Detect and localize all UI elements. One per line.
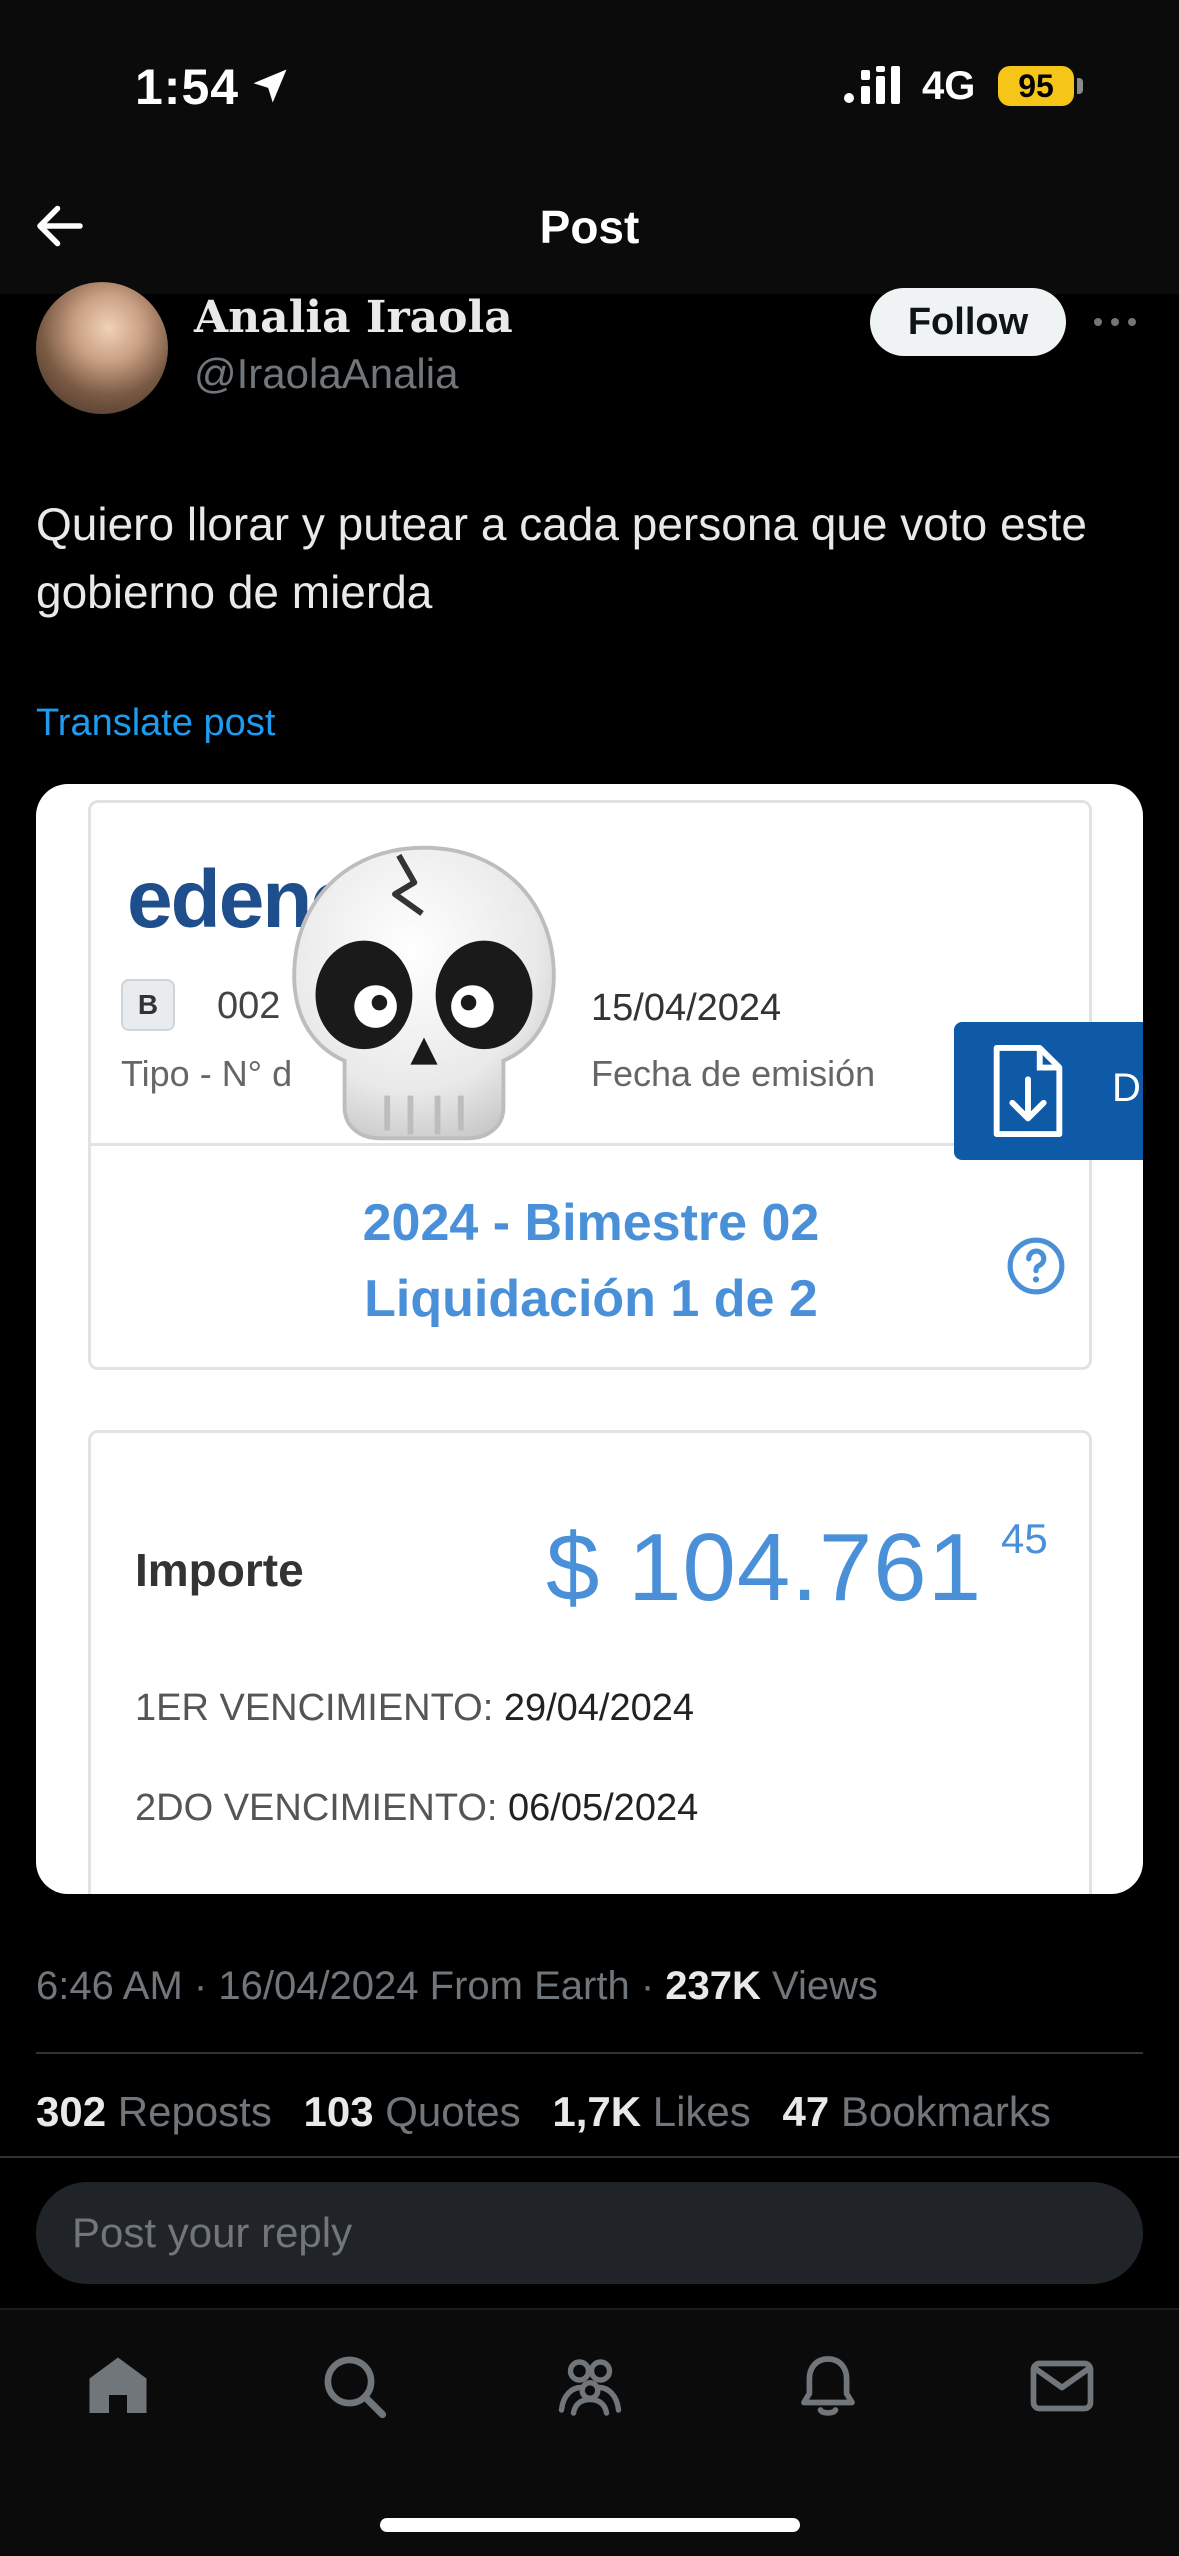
quotes-label: Quotes	[385, 2088, 521, 2135]
file-download-icon	[993, 1044, 1063, 1138]
doc-type-badge: B	[121, 979, 175, 1031]
more-options-icon[interactable]	[1090, 310, 1140, 334]
likes-label: Likes	[652, 2088, 751, 2135]
search-icon[interactable]	[318, 2350, 390, 2422]
avatar[interactable]	[36, 282, 168, 414]
post-image[interactable]: edenor B 002 Tipo - N° d 15/04/2024 Fech…	[36, 784, 1143, 1894]
battery-tip	[1077, 78, 1083, 94]
reply-input[interactable]	[72, 2182, 1112, 2284]
translate-post-link[interactable]: Translate post	[36, 702, 275, 745]
reposts-label: Reposts	[117, 2088, 272, 2135]
doc-number: 002	[217, 985, 281, 1027]
bottom-tab-bar	[0, 2308, 1179, 2556]
post-source: From Earth	[429, 1964, 630, 2008]
likes-stat[interactable]: 1,7K Likes	[552, 2088, 750, 2135]
second-due-label: 2DO VENCIMIENTO:	[135, 1787, 498, 1829]
likes-count: 1,7K	[552, 2088, 642, 2135]
signal-icon	[844, 66, 900, 104]
meta-separator: ·	[640, 1964, 655, 2008]
post-date: 16/04/2024	[218, 1964, 419, 2008]
download-pdf-button: D	[954, 1022, 1143, 1160]
bookmarks-label: Bookmarks	[840, 2088, 1051, 2135]
network-type: 4G	[922, 64, 976, 108]
settlement-number: Liquidación 1 de 2	[364, 1270, 818, 1328]
post-time: 6:46 AM	[36, 1964, 183, 2008]
home-indicator[interactable]	[380, 2518, 800, 2532]
location-arrow-icon	[253, 69, 287, 103]
views-count: 237K	[665, 1964, 761, 2008]
divider	[0, 2156, 1179, 2158]
reposts-stat[interactable]: 302 Reposts	[36, 2088, 272, 2135]
bookmarks-stat[interactable]: 47 Bookmarks	[782, 2088, 1050, 2135]
engagement-stats: 302 Reposts 103 Quotes 1,7K Likes 47 Boo…	[36, 2088, 1071, 2136]
author-display-name[interactable]: Analia Iraola	[194, 292, 513, 343]
meta-separator: ·	[193, 1964, 208, 2008]
reply-bar	[36, 2182, 1143, 2284]
bookmarks-count: 47	[782, 2088, 830, 2135]
quotes-count: 103	[303, 2088, 374, 2135]
status-time: 1:54	[135, 59, 240, 115]
issue-date: 15/04/2024	[591, 987, 782, 1029]
first-due-date: 1ER VENCIMIENTO: 29/04/2024	[135, 1687, 694, 1730]
header: Post	[0, 160, 1179, 294]
follow-button[interactable]: Follow	[870, 288, 1066, 356]
amount-value: $ 104.761	[546, 1514, 983, 1621]
first-due-value: 29/04/2024	[503, 1687, 695, 1729]
divider	[36, 2052, 1143, 2054]
quotes-stat[interactable]: 103 Quotes	[304, 2088, 521, 2135]
doc-type-label: Tipo - N° d	[121, 1053, 293, 1094]
second-due-date: 2DO VENCIMIENTO: 06/05/2024	[135, 1787, 698, 1830]
communities-icon[interactable]	[554, 2350, 626, 2422]
messages-icon[interactable]	[1026, 2350, 1098, 2422]
post-text: Quiero llorar y putear a cada persona qu…	[36, 498, 1087, 618]
second-due-value: 06/05/2024	[508, 1787, 699, 1829]
status-bar: 1:54 4G 95	[0, 0, 1179, 160]
skull-emoji-sticker	[292, 845, 556, 1141]
invoice-amount-box: Importe $ 104.761 45 1ER VENCIMIENTO: 29…	[88, 1430, 1092, 1894]
invoice-divider	[91, 1143, 1089, 1146]
issue-date-label: Fecha de emisión	[591, 1053, 876, 1094]
reposts-count: 302	[36, 2088, 107, 2135]
first-due-label: 1ER VENCIMIENTO:	[135, 1687, 494, 1729]
download-label: D	[1112, 1066, 1141, 1110]
notifications-icon[interactable]	[792, 2350, 864, 2422]
battery-indicator: 95	[998, 66, 1074, 106]
home-icon[interactable]	[82, 2350, 154, 2422]
invoice-header-box: edenor B 002 Tipo - N° d 15/04/2024 Fech…	[88, 800, 1092, 1370]
billing-period: 2024 - Bimestre 02	[362, 1194, 820, 1252]
views-label: Views	[772, 1964, 879, 2008]
amount-label: Importe	[135, 1544, 304, 1596]
page-title: Post	[539, 201, 640, 253]
help-icon	[1007, 1237, 1065, 1295]
post-timestamp: 6:46 AM · 16/04/2024 From Earth · 237K V…	[36, 1964, 878, 2009]
author-handle[interactable]: @IraolaAnalia	[194, 350, 458, 398]
amount-cents: 45	[1001, 1515, 1048, 1562]
